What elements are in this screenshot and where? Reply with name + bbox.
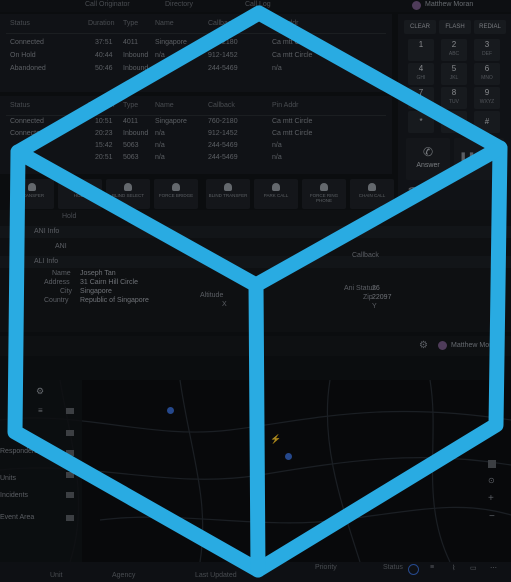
cube-logo bbox=[7, 5, 508, 578]
cube-inner-edges bbox=[10, 140, 508, 293]
